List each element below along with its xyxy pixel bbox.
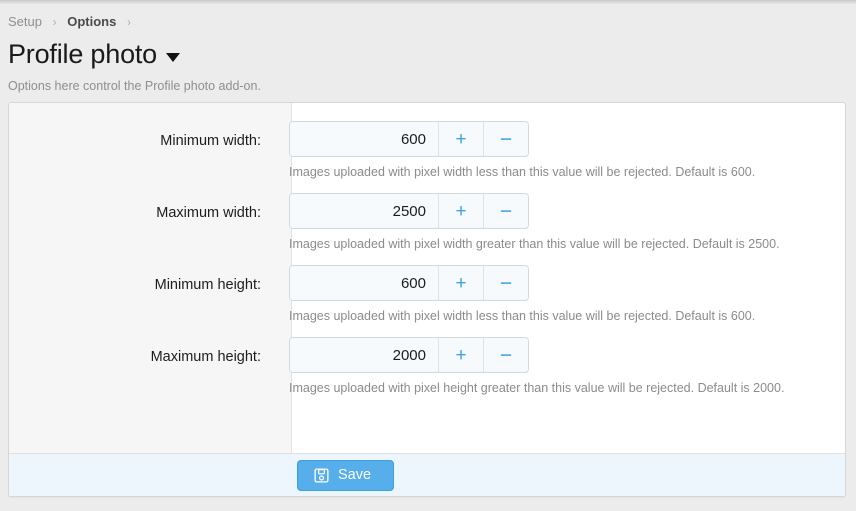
minimum-width-input[interactable] — [290, 122, 438, 156]
field-help-text: Images uploaded with pixel width greater… — [289, 236, 845, 252]
field-label: Minimum width: — [9, 121, 277, 151]
save-button[interactable]: Save — [297, 460, 394, 491]
field-control: + − Images uploaded with pixel height gr… — [277, 337, 845, 396]
field-label: Maximum height: — [9, 337, 277, 367]
minimum-height-decrement-button[interactable]: − — [483, 266, 528, 300]
options-panel: Minimum width: + − Images uploaded with … — [8, 102, 846, 497]
field-control: + − Images uploaded with pixel width gre… — [277, 193, 845, 252]
panel-footer: Save — [9, 453, 845, 496]
minimum-height-input[interactable] — [290, 266, 438, 300]
field-help-text: Images uploaded with pixel height greate… — [289, 380, 845, 396]
page-container: Setup › Options › Profile photo Options … — [0, 4, 856, 511]
field-label: Maximum width: — [9, 193, 277, 223]
page-title: Profile photo — [8, 38, 157, 70]
maximum-height-input[interactable] — [290, 338, 438, 372]
maximum-height-decrement-button[interactable]: − — [483, 338, 528, 372]
field-label: Minimum height: — [9, 265, 277, 295]
field-help-text: Images uploaded with pixel width less th… — [289, 308, 845, 324]
maximum-height-increment-button[interactable]: + — [438, 338, 483, 372]
floppy-disk-icon — [314, 468, 329, 483]
minimum-height-stepper[interactable]: + − — [289, 265, 529, 301]
chevron-down-icon[interactable] — [166, 53, 180, 62]
options-form: Minimum width: + − Images uploaded with … — [9, 103, 845, 455]
maximum-width-stepper[interactable]: + − — [289, 193, 529, 229]
minimum-width-stepper[interactable]: + − — [289, 121, 529, 157]
minimum-width-decrement-button[interactable]: − — [483, 122, 528, 156]
field-control: + − Images uploaded with pixel width les… — [277, 265, 845, 324]
minimum-height-increment-button[interactable]: + — [438, 266, 483, 300]
form-row-minimum-width: Minimum width: + − Images uploaded with … — [9, 121, 845, 180]
breadcrumb-item-setup[interactable]: Setup — [8, 14, 42, 29]
breadcrumb-item-options[interactable]: Options — [67, 14, 116, 29]
breadcrumb-separator: › — [46, 15, 64, 29]
field-help-text: Images uploaded with pixel width less th… — [289, 164, 845, 180]
maximum-width-decrement-button[interactable]: − — [483, 194, 528, 228]
maximum-height-stepper[interactable]: + − — [289, 337, 529, 373]
breadcrumb: Setup › Options › — [8, 14, 138, 30]
form-row-minimum-height: Minimum height: + − Images uploaded with… — [9, 265, 845, 324]
maximum-width-increment-button[interactable]: + — [438, 194, 483, 228]
field-control: + − Images uploaded with pixel width les… — [277, 121, 845, 180]
form-rows: Minimum width: + − Images uploaded with … — [9, 103, 845, 396]
save-button-label: Save — [338, 467, 371, 483]
minimum-width-increment-button[interactable]: + — [438, 122, 483, 156]
page-subtitle: Options here control the Profile photo a… — [8, 78, 261, 94]
breadcrumb-separator: › — [120, 15, 138, 29]
maximum-width-input[interactable] — [290, 194, 438, 228]
form-row-maximum-height: Maximum height: + − Images uploaded with… — [9, 337, 845, 396]
page-title-row[interactable]: Profile photo — [8, 38, 180, 70]
form-row-maximum-width: Maximum width: + − Images uploaded with … — [9, 193, 845, 252]
